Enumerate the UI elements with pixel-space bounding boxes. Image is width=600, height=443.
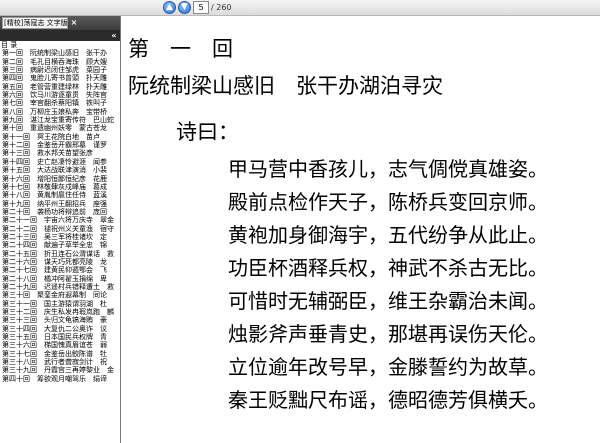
close-icon[interactable]: ×	[69, 18, 79, 28]
outline-item[interactable]: 第十七回 林敬肆灰戍峰庙 葛成	[0, 183, 120, 191]
page-total-label: / 260	[211, 3, 232, 12]
outline-item[interactable]: 第十三回 救水邦关苗望张彦	[0, 149, 120, 157]
arrow-down-icon: ▼	[181, 2, 188, 12]
outline-item[interactable]: 第四十回 筹欲观月嘲驾乐 绢谛	[0, 375, 120, 383]
document-page: 第 一 回 阮统制梁山感旧 张干办湖泊寻灾 诗曰： 甲马营中香孩儿，志气倜傥真雄…	[122, 16, 600, 443]
outline-item[interactable]: 第十九回 纳平州王翻招兵 座强	[0, 200, 120, 208]
outline-item[interactable]: 第二十五回 折丑连石公渭谋话 救	[0, 250, 120, 258]
outline-item[interactable]: 第二十七回 建黄民仰遁鄂会 飞	[0, 266, 120, 274]
previous-page-button[interactable]: ▲	[163, 1, 176, 14]
document-tab[interactable]: [精校]荡寇志 文字版	[2, 17, 68, 29]
chapter-number: 第 一 回	[128, 37, 233, 61]
outline-toolbar: «	[0, 30, 120, 41]
poem-line: 殿前点检作天子，陈桥兵变回京师。	[228, 190, 548, 214]
outline-panel: [精校]荡寇志 文字版 × « 目 录第一回 阮统制梁山感旧 张干办 第二回 毛孔…	[0, 16, 121, 443]
top-toolbar: ▲ ▼ 5 / 260	[0, 0, 600, 16]
chapter-title: 阮统制梁山感旧 张干办湖泊寻灾	[128, 74, 443, 98]
outline-item[interactable]: 第八回 万柳庄玉娘私奔 宝带桥	[0, 108, 120, 116]
outline-item[interactable]: 第二十八回 橘冲阿翟玉捐绵 卑	[0, 275, 120, 283]
next-page-button[interactable]: ▼	[178, 1, 191, 14]
poem-line: 烛影斧声垂青史，那堪再误伤天伦。	[228, 322, 548, 346]
poem-line: 立位逾年改号早，金滕誓约为故草。	[228, 355, 548, 379]
outline-item[interactable]: 第三十九回 丹霞宫三再婷黎业 金	[0, 366, 120, 374]
outline-item[interactable]: 第三十一回 国主游猿谓羽湖 杜	[0, 300, 120, 308]
outline-item[interactable]: 第十八回 黄胤制扈住任侍 蓝溪	[0, 191, 120, 199]
outline-item[interactable]: 第七回 宰官翻杀蔡阳镇 铁叫子	[0, 99, 120, 107]
outline-item[interactable]: 第十一回 冥王花院白地 苗卢	[0, 133, 120, 141]
outline-item[interactable]: 第三十四回 大复仇二公奥诈 议	[0, 325, 120, 333]
outline-item[interactable]: 第四回 鬼脸儿寄书曾頭 扑天雕	[0, 74, 120, 82]
poem-line: 可惜时无辅弼臣，维王杂霸治未闻。	[228, 289, 548, 313]
document-tab-bar: [精校]荡寇志 文字版 ×	[0, 16, 120, 30]
outline-item[interactable]: 第五回 老管营重建绿林 扑天雕	[0, 83, 120, 91]
outline-item[interactable]: 第三十七回 金鉴岳出鲛陈谱 牡	[0, 350, 120, 358]
outline-item[interactable]: 第十四回 史亡赵凄怜避涯 闻参	[0, 158, 120, 166]
arrow-up-icon: ▲	[166, 2, 173, 12]
poem-line: 秦王贬黜尺布谣，德昭德芳俱横夭。	[228, 388, 548, 412]
outline-item[interactable]: 第二十回 袭杨功将辩追前 庞回	[0, 208, 120, 216]
outline-item[interactable]: 第十五回 大达战联津演消 小裴	[0, 166, 120, 174]
outline-item[interactable]: 第三十六回 梯国愧真眉谊苍 弱	[0, 341, 120, 349]
page-number-input[interactable]: 5	[193, 1, 209, 14]
outline-item[interactable]: 第一回 阮统制梁山感旧 张干办	[0, 49, 120, 57]
outline-item[interactable]: 第十六回 增阳恒鄙恒纪彦 花鹿	[0, 175, 120, 183]
outline-item[interactable]: 第二十三回 吴三军将桂诸坎 定	[0, 233, 120, 241]
poem-intro: 诗曰：	[176, 120, 239, 144]
outline-item[interactable]: 第三十回 聚銮金府遐幕制 同论	[0, 291, 120, 299]
outline-item[interactable]: 第二回 毛孔目横吞海珠 顾大嫂	[0, 58, 120, 66]
outline-item[interactable]: 第三十三回 头归文龟镐海贿 豪	[0, 316, 120, 324]
outline-item[interactable]: 第二十二回 褪祝州义关童渔 宿守	[0, 225, 120, 233]
poem-line: 功臣杯酒释兵权，神武不杀古无比。	[228, 256, 548, 280]
poem-line: 黄袍加身御海宇，五代纷争从此止。	[228, 223, 548, 247]
outline-item[interactable]: 第十回 重遗幽州妖零 蒙古苍龙	[0, 124, 120, 132]
double-chevron-left-icon[interactable]: «	[108, 30, 120, 41]
poem-line: 甲马营中香孩儿，志气倜傥真雄姿。	[228, 157, 548, 181]
outline-item[interactable]: 第二十四回 献遍子草举全忠 锦	[0, 241, 120, 249]
outline-item[interactable]: 第二十一回 宇宙六将万庆寺 翠金	[0, 216, 120, 224]
outline-list[interactable]: 目 录第一回 阮统制梁山感旧 张干办 第二回 毛孔目横吞海珠 顾大嫂 第三回 病尉迟…	[0, 41, 120, 443]
